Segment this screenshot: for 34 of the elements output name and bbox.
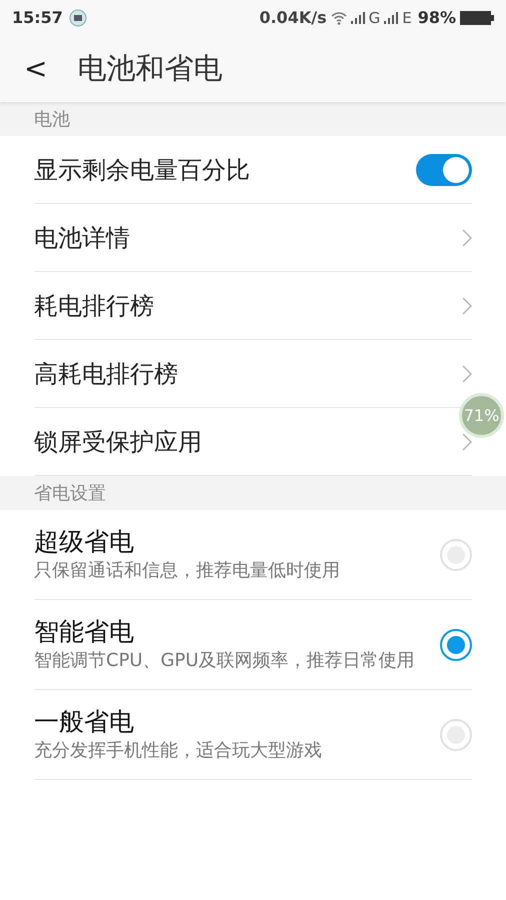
chevron-right-icon [462,296,472,314]
radio-button[interactable] [440,628,472,660]
clock: 15:57 [12,7,63,29]
option-description: 只保留通话和信息，推荐电量低时使用 [34,559,341,583]
toggle-switch[interactable] [416,154,472,186]
option-title: 一般省电 [34,706,135,738]
chevron-right-icon [462,364,472,382]
row-label: 高耗电排行榜 [34,358,178,390]
back-button[interactable]: < [24,55,48,83]
signal-icon [384,12,398,24]
battery-icon [460,11,494,25]
wifi-icon [330,11,347,25]
option-description: 充分发挥手机性能，适合玩大型游戏 [34,739,323,763]
section-header: 省电设置 [0,476,506,510]
signal-icon [350,12,365,24]
option-description: 智能调节CPU、GPU及联网频率，推荐日常使用 [34,649,416,673]
row-label: 锁屏受保护应用 [34,426,202,458]
page-title: 电池和省电 [77,50,222,88]
notification-app-icon [68,9,87,27]
row-label: 耗电排行榜 [34,290,154,322]
network-speed: 0.04K/s [259,7,327,29]
network-type: G [368,8,380,29]
mode-option[interactable]: 超级省电 只保留通话和信息，推荐电量低时使用 [34,510,472,600]
section-header: 电池 [0,102,506,136]
mode-option[interactable]: 一般省电 充分发挥手机性能，适合玩大型游戏 [34,690,472,780]
row-label: 电池详情 [34,222,130,254]
battery-percent: 98% [418,7,456,29]
mode-option[interactable]: 智能省电 智能调节CPU、GPU及联网频率，推荐日常使用 [34,600,472,690]
option-title: 超级省电 [34,526,135,558]
option-title: 智能省电 [34,616,135,648]
chevron-right-icon [462,432,472,450]
row-label: 显示剩余电量百分比 [34,154,250,186]
network-type: E [402,8,412,29]
chevron-right-icon [462,228,472,246]
